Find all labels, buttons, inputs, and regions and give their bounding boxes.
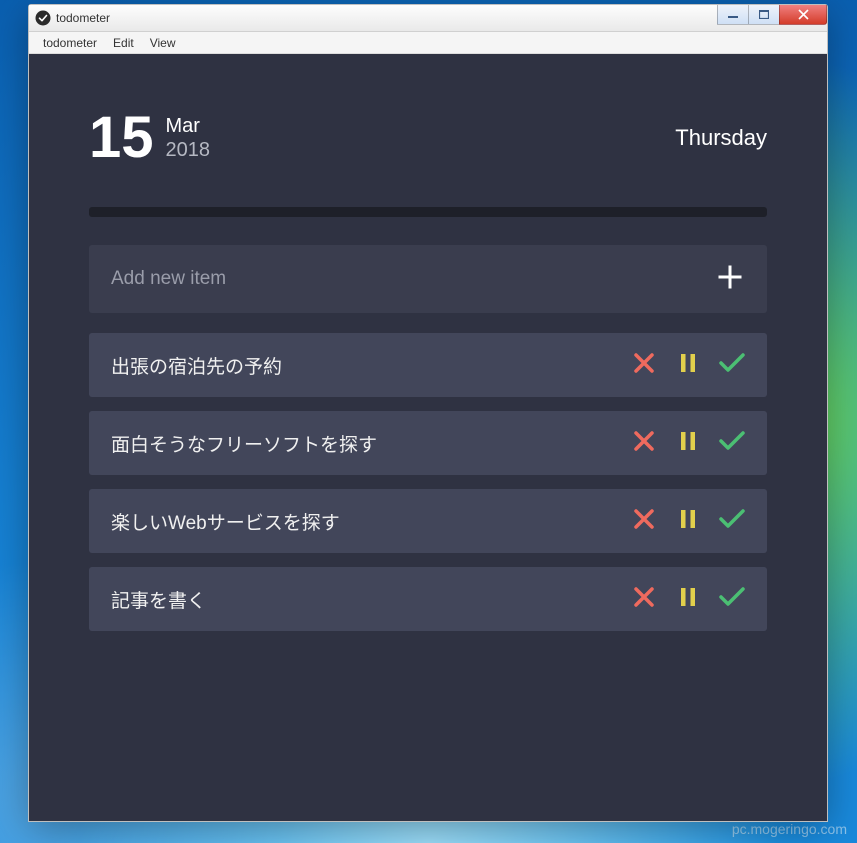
menubar: todometer Edit View (29, 32, 827, 54)
todo-text: 楽しいWebサービスを探す (111, 508, 631, 535)
todo-item: 記事を書く (89, 567, 767, 631)
menu-edit[interactable]: Edit (105, 34, 142, 52)
date-header: 15 Mar 2018 Thursday (89, 109, 767, 167)
check-icon (718, 585, 746, 614)
progress-bar (89, 207, 767, 217)
pause-icon (678, 429, 698, 458)
x-icon (632, 351, 656, 380)
add-item-input[interactable] (111, 268, 715, 290)
date-month: Mar (166, 114, 211, 138)
todo-item: 出張の宿泊先の予約 (89, 333, 767, 397)
date-day: 15 (89, 109, 154, 167)
plus-icon (717, 264, 743, 295)
check-icon (718, 351, 746, 380)
x-icon (632, 585, 656, 614)
todo-list: 出張の宿泊先の予約面白そうなフリーソフトを探す楽しいWebサービスを探す記事を書… (89, 333, 767, 631)
pause-icon (678, 351, 698, 380)
todo-actions (631, 430, 745, 456)
app-content: 15 Mar 2018 Thursday 出張の宿泊先の予約面白そうなフリーソフ… (29, 54, 827, 821)
pause-button[interactable] (675, 508, 701, 534)
delete-button[interactable] (631, 430, 657, 456)
add-item-button[interactable] (715, 264, 745, 294)
maximize-button[interactable] (748, 5, 780, 25)
x-icon (632, 507, 656, 536)
watermark: pc.mogeringo.com (732, 821, 847, 837)
done-button[interactable] (719, 586, 745, 612)
window-title: todometer (56, 11, 110, 25)
todo-text: 面白そうなフリーソフトを探す (111, 430, 631, 457)
check-icon (718, 429, 746, 458)
add-item-row (89, 245, 767, 313)
todo-actions (631, 508, 745, 534)
minimize-button[interactable] (717, 5, 749, 25)
pause-icon (678, 585, 698, 614)
window-controls (718, 5, 827, 25)
titlebar[interactable]: todometer (29, 5, 827, 32)
close-button[interactable] (779, 5, 827, 25)
todo-text: 出張の宿泊先の予約 (111, 352, 631, 379)
todo-actions (631, 352, 745, 378)
date-year: 2018 (166, 138, 211, 162)
app-window: todometer todometer Edit View 15 Mar 201… (28, 4, 828, 822)
delete-button[interactable] (631, 352, 657, 378)
todo-item: 楽しいWebサービスを探す (89, 489, 767, 553)
app-icon (35, 10, 51, 26)
done-button[interactable] (719, 430, 745, 456)
pause-button[interactable] (675, 430, 701, 456)
check-icon (718, 507, 746, 536)
pause-button[interactable] (675, 586, 701, 612)
date-weekday: Thursday (675, 125, 767, 151)
todo-actions (631, 586, 745, 612)
pause-button[interactable] (675, 352, 701, 378)
pause-icon (678, 507, 698, 536)
date-left: 15 Mar 2018 (89, 109, 210, 167)
todo-text: 記事を書く (111, 586, 631, 613)
todo-item: 面白そうなフリーソフトを探す (89, 411, 767, 475)
delete-button[interactable] (631, 508, 657, 534)
delete-button[interactable] (631, 586, 657, 612)
menu-todometer[interactable]: todometer (35, 34, 105, 52)
date-month-year: Mar 2018 (166, 114, 211, 162)
done-button[interactable] (719, 352, 745, 378)
done-button[interactable] (719, 508, 745, 534)
menu-view[interactable]: View (142, 34, 184, 52)
x-icon (632, 429, 656, 458)
